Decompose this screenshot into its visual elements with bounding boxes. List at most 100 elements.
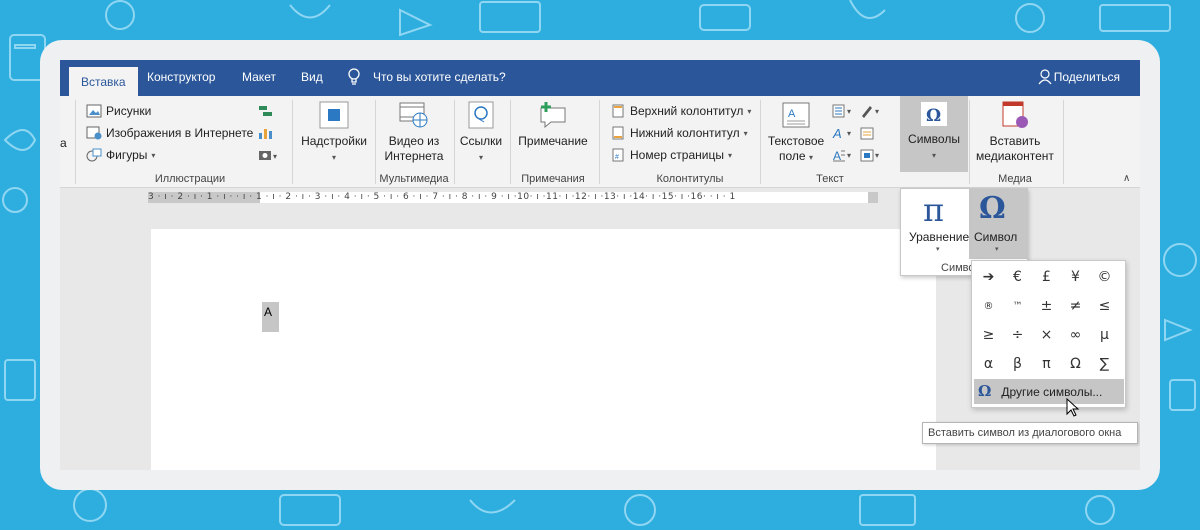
symbol-cell[interactable]: © [1090,263,1119,292]
chevron-down-icon: ▾ [727,150,732,160]
symbol-cell[interactable]: ÷ [1003,321,1032,350]
drop-cap-icon[interactable]: A ▾ [832,148,858,162]
svg-text:#: # [615,154,619,161]
pictures-label: Рисунки [106,104,152,118]
page-number-button[interactable]: # Номер страницы ▾ [610,148,732,162]
symbol-cell[interactable]: ≤ [1090,292,1119,321]
symbol-cell[interactable]: ≥ [974,321,1003,350]
online-picture-icon [86,126,102,140]
symbol-cell[interactable]: ∞ [1061,321,1090,350]
symbol-cell[interactable]: ¥ [1061,263,1090,292]
symbol-cell[interactable]: ® [974,292,1003,321]
header-button[interactable]: Верхний колонтитул ▾ [610,104,751,118]
quick-parts-icon[interactable]: ▾ [832,104,858,118]
symbol-cell[interactable]: £ [1032,263,1061,292]
chevron-down-icon: ▾ [478,153,483,162]
symbol-cell[interactable]: ∑ [1090,350,1119,379]
chart-icon[interactable] [258,126,274,140]
symbol-cell[interactable]: α [974,350,1003,379]
document-page[interactable]: A [151,229,936,470]
group-label-media: Медиа [998,173,1032,185]
shapes-button[interactable]: Фигуры ▾ [86,148,155,162]
picture-icon [86,104,102,118]
group-separator [760,100,761,184]
tab-view[interactable]: Вид [301,70,323,84]
symbol-button[interactable]: Символ [974,230,1017,244]
pictures-button[interactable]: Рисунки [86,104,151,118]
equation-button[interactable]: Уравнение [909,230,969,244]
comment-label: Примечание [518,134,588,148]
symbol-cell[interactable]: µ [1090,321,1119,350]
chevron-down-icon: ▾ [936,246,940,253]
tab-insert[interactable]: Вставка [69,67,138,96]
footer-button[interactable]: Нижний колонтитул ▾ [610,126,748,140]
textbox-label-1: Текстовое [767,134,825,148]
svg-text:▾: ▾ [847,107,851,116]
video-globe-icon [399,102,428,128]
footer-icon [612,126,624,140]
online-video-button[interactable]: Видео из Интернета [378,100,450,164]
addins-label: Надстройки [301,134,367,148]
symbol-cell[interactable]: € [1003,263,1032,292]
group-label-text: Текст [816,173,844,185]
symbol-cell[interactable]: ≠ [1061,292,1090,321]
object-icon[interactable]: ▾ [860,148,886,162]
pi-icon[interactable]: π [923,191,944,229]
symbols-label: Символы [908,132,960,146]
symbol-cell[interactable]: ™ [1003,292,1032,321]
symbol-cell[interactable]: ➔ [974,263,1003,292]
ruler-ticks: 3 · ı · 2 · ı · 1 · ı · · ı · 1 · ı · 2 … [148,192,736,202]
collapse-ribbon-icon[interactable]: ∧ [1123,173,1130,184]
page-number-icon: # [612,148,624,162]
ruler-margin-right [868,192,878,203]
symbols-button[interactable]: Ω Символы ▾ [900,96,968,172]
person-icon [1038,69,1052,85]
tell-me-search[interactable]: Что вы хотите сделать? [373,70,506,84]
more-symbols-button[interactable]: Ω Другие символы... [974,379,1124,404]
chevron-down-icon: ▾ [808,153,813,162]
share-button[interactable]: Поделиться [1054,70,1120,84]
omega-large-icon[interactable]: Ω [979,191,1006,226]
horizontal-ruler[interactable]: 3 · ı · 2 · ı · 1 · ı · · ı · 1 · ı · 2 … [148,192,878,203]
wordart-icon[interactable]: A ▾ [832,126,858,140]
date-time-icon[interactable] [860,126,876,140]
ribbon: а Рисунки Изображения в Интернете Фигуры… [60,96,1140,188]
smartart-icon[interactable] [258,104,274,118]
selected-text[interactable]: A [262,302,279,332]
chevron-down-icon: ▾ [743,128,748,138]
symbol-cell[interactable]: ± [1032,292,1061,321]
group-label-header-footer: Колонтитулы [656,173,724,185]
new-comment-icon [540,102,566,129]
group-separator [1063,100,1064,184]
group-label-multimedia: Мультимедиа [379,173,449,185]
textbox-button[interactable]: A Текстовое поле ▾ [763,100,829,165]
tab-design[interactable]: Конструктор [147,70,215,84]
textbox-label-2: поле [779,149,806,163]
shapes-label: Фигуры [106,148,148,162]
signature-line-icon[interactable]: ▾ [860,104,886,118]
svg-text:A: A [833,149,841,162]
mouse-cursor-icon [1066,398,1080,417]
links-button[interactable]: Ссылки ▾ [457,100,505,165]
group-label-illustrations: Иллюстрации [154,173,226,185]
ribbon-tab-bar: Вставка Конструктор Макет Вид Что вы хот… [60,60,1140,96]
tooltip: Вставить символ из диалогового окна [922,422,1138,444]
shapes-icon [86,148,102,162]
footer-label: Нижний колонтитул [630,126,740,140]
group-label-symbols: Симво [941,262,975,274]
addins-button[interactable]: Надстройки ▾ [298,100,370,165]
symbol-gallery: ➔ € £ ¥ © ® ™ ± ≠ ≤ ≥ ÷ × ∞ µ α β π Ω ∑ … [971,260,1126,408]
insert-media-button[interactable]: Вставить медиаконтент [972,100,1058,164]
symbol-cell[interactable]: β [1003,350,1032,379]
screenshot-icon[interactable]: ▾ [258,148,280,162]
symbol-cell[interactable]: × [1032,321,1061,350]
group-separator [292,100,293,184]
group-separator [969,100,970,184]
tab-layout[interactable]: Макет [242,70,276,84]
group-separator [375,100,376,184]
lightbulb-icon [348,68,360,85]
online-pictures-button[interactable]: Изображения в Интернете [86,126,253,140]
symbol-cell[interactable]: Ω [1061,350,1090,379]
symbol-cell[interactable]: π [1032,350,1061,379]
comment-button[interactable]: Примечание [513,100,593,149]
